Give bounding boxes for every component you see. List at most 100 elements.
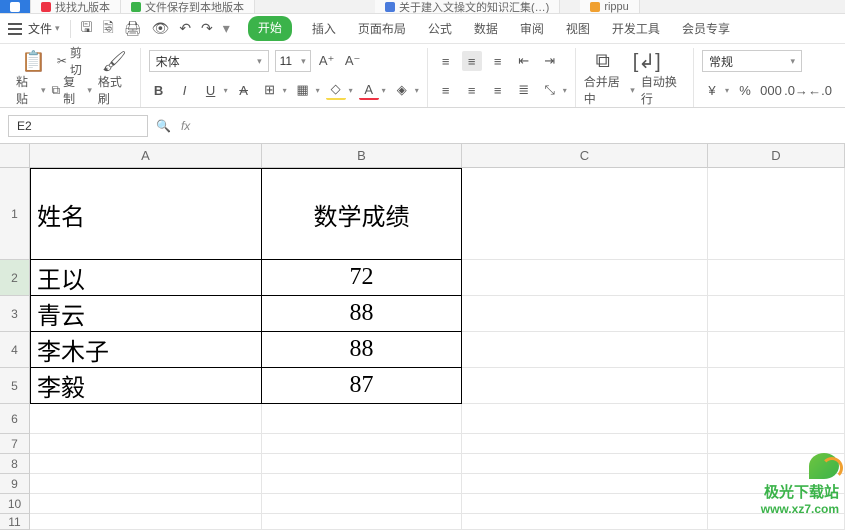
merge-label[interactable]: 合并居中▾ <box>584 73 635 107</box>
font-name-select[interactable]: 宋体▾ <box>149 50 269 72</box>
cell[interactable] <box>708 434 845 454</box>
print-preview-icon[interactable]: 👁 <box>152 17 170 41</box>
cell-D1[interactable] <box>708 168 845 260</box>
cell[interactable] <box>462 434 708 454</box>
font-color-button[interactable]: A <box>359 80 379 100</box>
cell-A6[interactable] <box>30 404 262 434</box>
wrap-button[interactable]: [↲] <box>628 49 666 74</box>
cell[interactable] <box>30 474 262 494</box>
col-header-D[interactable]: D <box>708 144 845 168</box>
col-header-C[interactable]: C <box>462 144 708 168</box>
underline-button[interactable]: U <box>201 80 221 100</box>
doc-tab-5[interactable]: rippu <box>580 0 639 14</box>
merge-button[interactable]: ⧉ <box>584 50 622 73</box>
currency-icon[interactable]: ¥ <box>702 80 722 100</box>
indent-right-icon[interactable]: ⇥ <box>540 51 560 71</box>
copy-button[interactable]: ⧉复制▾ <box>52 73 92 107</box>
cell-D5[interactable] <box>708 368 845 404</box>
cell-C3[interactable] <box>462 296 708 332</box>
undo-icon[interactable]: ↶ <box>179 17 191 41</box>
pattern-button[interactable]: ▦ <box>293 80 313 100</box>
wrap-label[interactable]: 自动换行 <box>641 73 685 107</box>
align-center-icon[interactable]: ≡ <box>462 80 482 100</box>
doc-tab-2[interactable]: 找找九版本 <box>31 0 121 14</box>
row-header-8[interactable]: 8 <box>0 454 30 474</box>
tab-formula[interactable]: 公式 <box>426 16 454 41</box>
cell[interactable] <box>30 434 262 454</box>
row-header-9[interactable]: 9 <box>0 474 30 494</box>
row-header-1[interactable]: 1 <box>0 168 30 260</box>
cell-D6[interactable] <box>708 404 845 434</box>
indent-left-icon[interactable]: ⇤ <box>514 51 534 71</box>
cell-C1[interactable] <box>462 168 708 260</box>
file-menu[interactable]: 文件▾ <box>28 20 60 37</box>
cell-C2[interactable] <box>462 260 708 296</box>
cell-A3[interactable]: 青云 <box>30 296 262 332</box>
clear-format-button[interactable]: ◈ <box>392 80 412 100</box>
align-middle-icon[interactable]: ≡ <box>462 51 482 71</box>
increase-font-icon[interactable]: A⁺ <box>317 51 337 71</box>
row-header-2[interactable]: 2 <box>0 260 30 296</box>
align-bottom-icon[interactable]: ≡ <box>488 51 508 71</box>
row-header-10[interactable]: 10 <box>0 494 30 514</box>
doc-tab-1[interactable] <box>0 0 31 14</box>
tab-member[interactable]: 会员专享 <box>680 16 732 41</box>
row-header-3[interactable]: 3 <box>0 296 30 332</box>
col-header-B[interactable]: B <box>262 144 462 168</box>
cell[interactable] <box>262 514 462 530</box>
orientation-icon[interactable]: ⤡ <box>540 80 560 100</box>
cell[interactable] <box>30 514 262 530</box>
cell[interactable] <box>462 514 708 530</box>
font-size-select[interactable]: 11▾ <box>275 50 311 72</box>
cell[interactable] <box>708 514 845 530</box>
cell-C5[interactable] <box>462 368 708 404</box>
cancel-icon[interactable]: 🔍 <box>156 119 171 133</box>
percent-icon[interactable]: % <box>735 80 755 100</box>
name-box[interactable]: E2 <box>8 115 148 137</box>
tab-layout[interactable]: 页面布局 <box>356 16 408 41</box>
cell-B1[interactable]: 数学成绩 <box>262 168 462 260</box>
fill-color-button[interactable]: ◇ <box>326 80 346 100</box>
formula-input[interactable] <box>198 115 837 137</box>
cell-C6[interactable] <box>462 404 708 434</box>
cell[interactable] <box>462 474 708 494</box>
align-left-icon[interactable]: ≡ <box>436 80 456 100</box>
qa-more-icon[interactable]: ▾ <box>223 17 230 41</box>
border-button[interactable]: ⊞ <box>260 80 280 100</box>
italic-button[interactable]: I <box>175 80 195 100</box>
redo-icon[interactable]: ↷ <box>201 17 213 41</box>
doc-tab-4[interactable]: 关于建入文操文的知识汇集(…) <box>375 0 560 14</box>
cell[interactable] <box>462 494 708 514</box>
number-format-select[interactable]: 常规▾ <box>702 50 802 72</box>
save-icon[interactable]: 🖫 <box>81 17 93 41</box>
cell-B4[interactable]: 88 <box>262 332 462 368</box>
col-header-A[interactable]: A <box>30 144 262 168</box>
tab-data[interactable]: 数据 <box>472 16 500 41</box>
align-right-icon[interactable]: ≡ <box>488 80 508 100</box>
cell[interactable] <box>30 454 262 474</box>
cell-D2[interactable] <box>708 260 845 296</box>
cell-D3[interactable] <box>708 296 845 332</box>
cell[interactable] <box>30 494 262 514</box>
tab-review[interactable]: 审阅 <box>518 16 546 41</box>
app-menu-icon[interactable] <box>8 23 22 35</box>
tab-start[interactable]: 开始 <box>248 16 292 41</box>
row-header-11[interactable]: 11 <box>0 514 30 530</box>
cell[interactable] <box>262 474 462 494</box>
cell-A2[interactable]: 王以 <box>30 260 262 296</box>
cell-B5[interactable]: 87 <box>262 368 462 404</box>
cell-A5[interactable]: 李毅 <box>30 368 262 404</box>
row-header-5[interactable]: 5 <box>0 368 30 404</box>
comma-icon[interactable]: 000 <box>761 80 781 100</box>
cell[interactable] <box>262 454 462 474</box>
paste-label[interactable]: 粘贴▾ <box>16 73 46 107</box>
select-all-corner[interactable] <box>0 144 30 168</box>
fx-icon[interactable]: fx <box>181 119 190 133</box>
row-header-6[interactable]: 6 <box>0 404 30 434</box>
doc-tab-3[interactable]: 文件保存到本地版本 <box>121 0 255 14</box>
cell[interactable] <box>262 494 462 514</box>
cell[interactable] <box>262 434 462 454</box>
cell-B2[interactable]: 72 <box>262 260 462 296</box>
cell-D4[interactable] <box>708 332 845 368</box>
save-as-icon[interactable]: 🗟 <box>102 17 113 41</box>
